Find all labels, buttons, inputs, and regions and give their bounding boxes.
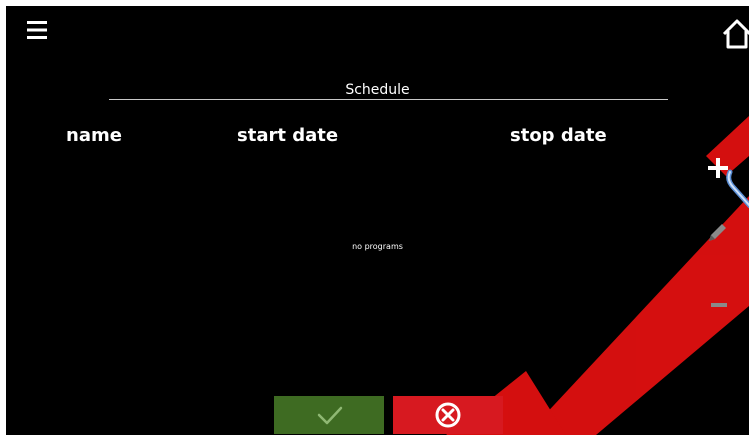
check-icon — [317, 406, 343, 425]
edit-pen-graphic — [726, 169, 749, 209]
column-header-start-date: start date — [237, 125, 339, 146]
column-header-name: name — [66, 125, 122, 146]
schedule-screen: Schedule name start date stop date no pr… — [6, 6, 749, 435]
hamburger-menu-icon[interactable] — [26, 18, 48, 42]
cancel-circle-x-icon — [435, 402, 461, 428]
edit-program-button[interactable] — [705, 220, 729, 246]
minus-icon — [711, 303, 727, 307]
empty-list-message: no programs — [352, 242, 403, 251]
home-icon[interactable] — [721, 18, 749, 50]
remove-program-button[interactable] — [711, 294, 727, 307]
column-header-stop-date: stop date — [510, 125, 607, 146]
confirm-button[interactable] — [274, 396, 384, 434]
cancel-button[interactable] — [393, 396, 503, 434]
page-title: Schedule — [345, 82, 410, 98]
title-divider — [109, 99, 668, 100]
pencil-icon — [709, 224, 726, 241]
watermark-graphic — [446, 116, 749, 435]
